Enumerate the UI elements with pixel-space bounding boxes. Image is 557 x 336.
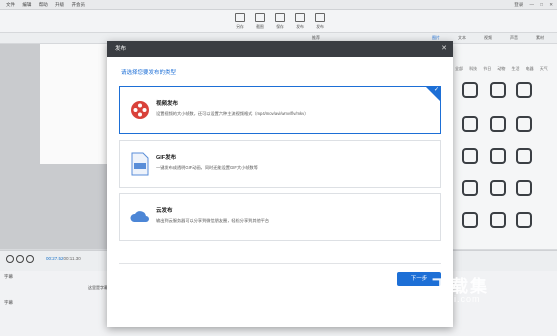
category-all[interactable]: 全部: [455, 66, 463, 71]
toolbar-screenshot[interactable]: 截图: [252, 13, 268, 30]
menu-vip[interactable]: 开会员: [72, 0, 86, 9]
dialog-header: 发布 ✕: [107, 41, 453, 57]
minimize-button[interactable]: —: [529, 2, 534, 7]
menu-file[interactable]: 文件: [6, 0, 15, 9]
current-time: 00:27.52: [46, 256, 64, 261]
bus-icon[interactable]: [462, 212, 478, 228]
track-label: 字幕: [4, 300, 13, 305]
track-label: 字幕: [4, 274, 13, 279]
category-life[interactable]: 生活: [512, 66, 520, 71]
tab-material[interactable]: 素材: [536, 33, 544, 43]
window-controls: 登录 — □ ✕: [509, 0, 553, 9]
money-bag-icon[interactable]: [462, 148, 478, 164]
total-time: 00:11.30: [63, 256, 81, 261]
diamond-icon[interactable]: [462, 180, 478, 196]
close-window-button[interactable]: ✕: [549, 2, 553, 7]
flag-icon[interactable]: [516, 212, 532, 228]
gif-file-icon: [131, 152, 149, 176]
category-tech[interactable]: 科技: [469, 66, 477, 71]
category-appliance[interactable]: 电器: [526, 66, 534, 71]
cup-icon[interactable]: [516, 116, 532, 132]
category-holiday[interactable]: 节日: [483, 66, 491, 71]
film-reel-icon: [131, 101, 149, 119]
option-cloud-publish[interactable]: 云发布 输出到云服务器可以分享到微信朋友圈，轻松分享到其他平台: [119, 193, 441, 241]
trophy-icon[interactable]: [490, 180, 506, 196]
tab-audio[interactable]: 声音: [510, 33, 518, 43]
dialog-title: 发布: [115, 46, 127, 52]
toolbar-publish-2[interactable]: 发布: [312, 13, 328, 30]
briefcase-icon[interactable]: [490, 116, 506, 132]
save-icon: [275, 13, 285, 22]
option-desc: 一键发布成透明GIF动画，同时还能设置GIF大小帧数等: [156, 165, 258, 170]
option-desc: 输出到云服务器可以分享到微信朋友圈，轻松分享到其他平台: [156, 218, 270, 223]
dialog-close-button[interactable]: ✕: [441, 41, 447, 57]
divider: [119, 263, 441, 264]
clip-label[interactable]: 这里是字幕: [88, 285, 108, 291]
play-icon[interactable]: [16, 255, 24, 263]
photo-frame-icon[interactable]: [490, 148, 506, 164]
asset-categories: 全部 科技 节日 动物 生活 电器 天气: [455, 66, 553, 72]
tab-video[interactable]: 视频: [484, 33, 492, 43]
camera-icon: [255, 13, 265, 22]
next-icon[interactable]: [26, 255, 34, 263]
tab-text[interactable]: 文本: [458, 33, 466, 43]
dialog-prompt: 请选择您要发布的类型: [121, 70, 177, 76]
ticket-icon[interactable]: [516, 180, 532, 196]
playback-controls: [6, 255, 36, 265]
option-title: GIF发布: [156, 155, 177, 161]
map-icon[interactable]: [490, 212, 506, 228]
canvas-page[interactable]: [40, 44, 110, 164]
share-icon: [315, 13, 325, 22]
cloud-icon: [130, 211, 149, 222]
check-icon: ✓: [433, 87, 439, 93]
option-title: 云发布: [156, 208, 173, 214]
gift-icon[interactable]: [462, 116, 478, 132]
login-link[interactable]: 登录: [514, 2, 523, 7]
category-weather[interactable]: 天气: [540, 66, 548, 71]
menu-help[interactable]: 帮助: [39, 0, 48, 9]
prev-icon[interactable]: [6, 255, 14, 263]
option-gif-publish[interactable]: GIF发布 一键发布成透明GIF动画，同时还能设置GIF大小帧数等: [119, 140, 441, 188]
weibo-icon[interactable]: [490, 82, 506, 98]
maximize-button[interactable]: □: [540, 2, 543, 7]
emoji-icon[interactable]: [462, 82, 478, 98]
category-animal[interactable]: 动物: [497, 66, 505, 71]
publish-icon: [295, 13, 305, 22]
chat-icon[interactable]: [516, 82, 532, 98]
watermark-url: xzji.com: [440, 294, 481, 304]
menu-upgrade[interactable]: 升级: [55, 0, 64, 9]
menu-bar: 文件 编辑 帮助 升级 开会员: [0, 0, 557, 10]
toolbar-save[interactable]: 保存: [272, 13, 288, 30]
toolbar-publish[interactable]: 发布: [292, 13, 308, 30]
option-desc: 设置视频的大小帧数，还可以设置六种主流视频格式（mp4/mov/avi/wmv/…: [156, 111, 309, 116]
main-toolbar: 另存 截图 保存 发布 发布: [0, 10, 557, 33]
bomb-icon[interactable]: [516, 148, 532, 164]
toolbar-save-as[interactable]: 另存: [232, 13, 248, 30]
menu-edit[interactable]: 编辑: [22, 0, 31, 9]
option-video-publish[interactable]: 视频发布 设置视频的大小帧数，还可以设置六种主流视频格式（mp4/mov/avi…: [119, 86, 441, 134]
timecode: 00:27.5200:11.30: [46, 256, 81, 261]
save-as-icon: [235, 13, 245, 22]
option-title: 视频发布: [156, 101, 179, 107]
